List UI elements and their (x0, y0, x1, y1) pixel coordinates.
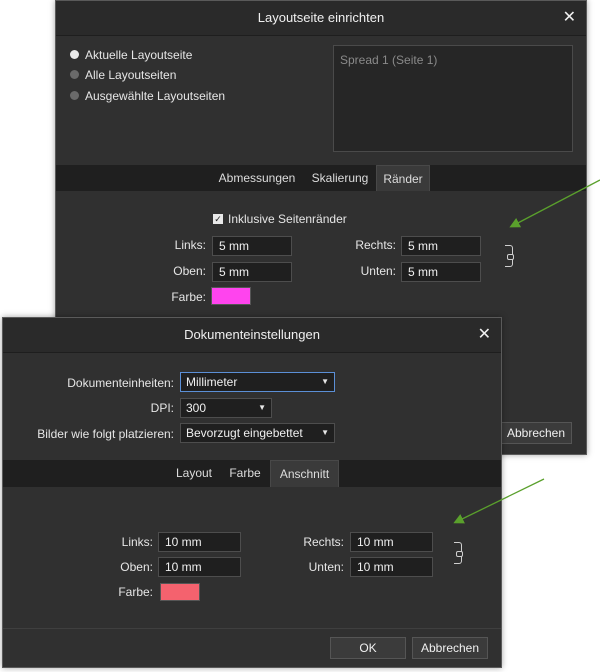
chevron-down-icon: ▼ (321, 377, 329, 386)
radio-selected-layout-pages[interactable]: Ausgewählte Layoutseiten (70, 87, 225, 105)
dialog-title: Dokumenteinstellungen (184, 327, 320, 342)
links-bleed-field[interactable]: 10 mm (158, 532, 241, 552)
select-value: 300 (186, 401, 207, 415)
cancel-button[interactable]: Abbrechen (412, 637, 488, 659)
close-icon[interactable]: ✕ (563, 1, 576, 35)
radio-current-layout-page[interactable]: Aktuelle Layoutseite (70, 46, 192, 64)
select-value: Bevorzugt eingebettet (186, 426, 303, 440)
ok-button[interactable]: OK (330, 637, 406, 659)
close-icon[interactable]: ✕ (478, 318, 491, 352)
radio-unselected-icon (70, 70, 79, 80)
rechts-label: Rechts: (355, 238, 396, 252)
chevron-down-icon: ▼ (321, 428, 329, 437)
radio-all-layout-pages[interactable]: Alle Layoutseiten (70, 66, 176, 84)
radio-unselected-icon (70, 91, 79, 101)
oben-label: Oben: (173, 264, 206, 278)
unten-margin-field[interactable]: 5 mm (401, 262, 481, 282)
tab-skalierung[interactable]: Skalierung (305, 165, 375, 191)
title-bar: Layoutseite einrichten ✕ (56, 1, 586, 36)
margin-color-swatch[interactable] (211, 287, 251, 305)
place-images-select[interactable]: Bevorzugt eingebettet ▼ (180, 423, 335, 443)
place-images-label: Bilder wie folgt platzieren: (37, 427, 174, 441)
links-margin-field[interactable]: 5 mm (212, 236, 292, 256)
include-margins-checkbox[interactable]: ✓ Inklusive Seitenränder (213, 212, 347, 226)
radio-selected-icon (70, 50, 79, 60)
tab-layout[interactable]: Layout (169, 460, 219, 487)
oben-label: Oben: (120, 560, 153, 574)
cancel-button[interactable]: Abbrechen (500, 422, 572, 444)
chain-link-icon[interactable] (505, 245, 514, 267)
chevron-down-icon: ▼ (258, 403, 266, 412)
links-label: Links: (121, 535, 153, 549)
chain-link-icon[interactable] (454, 542, 463, 564)
list-item[interactable]: Spread 1 (Seite 1) (340, 53, 437, 67)
rechts-label: Rechts: (303, 535, 344, 549)
farbe-label: Farbe: (118, 585, 153, 599)
title-bar: Dokumenteinstellungen ✕ (3, 318, 501, 353)
tab-raender[interactable]: Ränder (376, 165, 430, 191)
radio-label: Ausgewählte Layoutseiten (85, 89, 226, 103)
tab-abmessungen[interactable]: Abmessungen (213, 165, 301, 191)
oben-bleed-field[interactable]: 10 mm (158, 557, 241, 577)
dpi-select[interactable]: 300 ▼ (180, 398, 272, 418)
rechts-margin-field[interactable]: 5 mm (401, 236, 481, 256)
tab-bar: Abmessungen Skalierung Ränder (56, 165, 586, 191)
bleed-color-swatch[interactable] (160, 583, 200, 601)
oben-margin-field[interactable]: 5 mm (212, 262, 292, 282)
radio-label: Alle Layoutseiten (85, 68, 177, 82)
document-units-label: Dokumenteinheiten: (67, 376, 174, 390)
checkbox-checked-icon: ✓ (213, 213, 223, 224)
unten-label: Unten: (360, 264, 396, 278)
rechts-bleed-field[interactable]: 10 mm (350, 532, 433, 552)
tab-bar: Layout Farbe Anschnitt (3, 460, 501, 487)
unten-bleed-field[interactable]: 10 mm (350, 557, 433, 577)
document-units-select[interactable]: Millimeter ▼ (180, 372, 335, 392)
select-value: Millimeter (186, 375, 238, 389)
unten-label: Unten: (308, 560, 344, 574)
tab-farbe[interactable]: Farbe (223, 460, 267, 487)
checkbox-label: Inklusive Seitenränder (228, 212, 347, 226)
spread-list[interactable]: Spread 1 (Seite 1) (333, 45, 573, 152)
dialog-title: Layoutseite einrichten (257, 10, 385, 25)
radio-label: Aktuelle Layoutseite (85, 48, 193, 62)
dpi-label: DPI: (150, 401, 174, 415)
tab-anschnitt[interactable]: Anschnitt (270, 460, 339, 487)
document-settings-dialog: Dokumenteinstellungen ✕ Dokumenteinheite… (2, 317, 502, 668)
divider (3, 628, 501, 629)
links-label: Links: (174, 238, 206, 252)
farbe-label: Farbe: (171, 290, 206, 304)
